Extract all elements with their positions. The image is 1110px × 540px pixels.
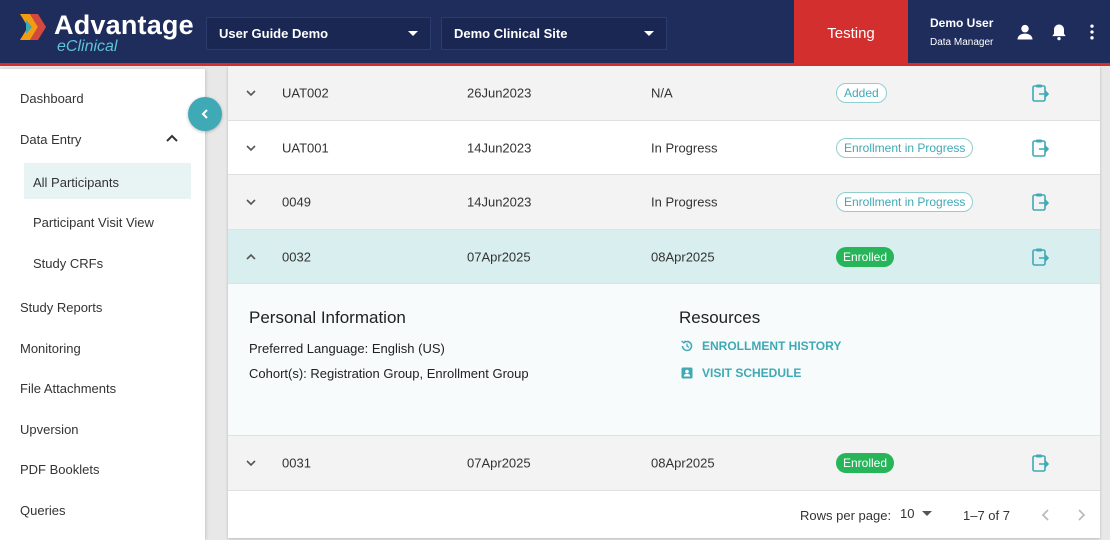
clipboard-arrow-icon[interactable]	[1030, 453, 1050, 473]
chevron-down-icon[interactable]	[245, 196, 257, 208]
clipboard-arrow-icon[interactable]	[1030, 138, 1050, 158]
logo[interactable]: Advantage eClinical	[20, 10, 200, 58]
participants-table: UAT002 26Jun2023 N/A Added UAT001 14Jun2…	[228, 66, 1100, 538]
sidebar-collapse-button[interactable]	[188, 97, 222, 131]
clipboard-arrow-icon[interactable]	[1030, 247, 1050, 267]
status-badge: Enrolled	[836, 246, 895, 267]
account-icon[interactable]	[1015, 22, 1035, 42]
status-badge: Enrolled	[836, 453, 895, 473]
pagination-range: 1–7 of 7	[963, 508, 1010, 523]
clipboard-arrow-icon[interactable]	[1030, 83, 1050, 103]
sidebar-item-participant-visit-view[interactable]: Participant Visit View	[33, 215, 154, 230]
enrollment-date: 08Apr2025	[651, 249, 715, 264]
enrollment-status: N/A	[651, 85, 673, 101]
chevron-down-icon[interactable]	[245, 142, 257, 154]
cohorts: Cohort(s): Registration Group, Enrollmen…	[249, 366, 529, 381]
table-row[interactable]: UAT001 14Jun2023 In Progress Enrollment …	[228, 121, 1100, 175]
contact-card-icon	[681, 367, 693, 379]
table-pagination: Rows per page: 10 1–7 of 7	[228, 492, 1100, 538]
table-row-selected[interactable]: 0032 07Apr2025 08Apr2025 Enrolled	[228, 230, 1100, 284]
user-role: Data Manager	[930, 37, 994, 48]
history-icon	[681, 340, 693, 352]
sidebar: Dashboard Data Entry All Participants Pa…	[0, 69, 205, 540]
resources-title: Resources	[679, 308, 761, 327]
chevron-left-icon[interactable]	[1040, 508, 1052, 522]
site-select-value: Demo Clinical Site	[454, 26, 568, 41]
visit-schedule-link[interactable]: VISIT SCHEDULE	[680, 366, 801, 380]
participant-id[interactable]: 0031	[282, 456, 311, 471]
participant-id[interactable]: 0049	[282, 195, 311, 210]
participant-id[interactable]: UAT002	[282, 86, 329, 101]
sidebar-item-data-entry[interactable]: Data Entry	[20, 132, 81, 147]
participant-detail-panel: Personal Information Preferred Language:…	[228, 284, 1100, 436]
sidebar-item-study-crfs[interactable]: Study CRFs	[33, 256, 103, 271]
brand-name: Advantage	[54, 10, 194, 40]
rows-per-page-label: Rows per page:	[800, 508, 892, 523]
sidebar-item-pdf-booklets[interactable]: PDF Booklets	[20, 462, 99, 477]
created-date: 14Jun2023	[467, 140, 532, 155]
chevron-up-icon[interactable]	[245, 251, 257, 263]
brand-sub: eClinical	[57, 38, 118, 55]
enrollment-history-link[interactable]: ENROLLMENT HISTORY	[680, 339, 841, 353]
status-badge: Added	[836, 83, 887, 103]
caret-down-icon	[922, 511, 933, 516]
study-select[interactable]: User Guide Demo	[206, 17, 431, 50]
participant-id[interactable]: UAT001	[282, 140, 329, 155]
bell-icon[interactable]	[1049, 22, 1069, 42]
created-date: 07Apr2025	[467, 249, 531, 264]
sidebar-item-dashboard[interactable]: Dashboard	[20, 91, 84, 106]
sidebar-item-queries[interactable]: Queries	[20, 503, 66, 518]
sidebar-item-monitoring[interactable]: Monitoring	[20, 341, 81, 356]
created-date: 26Jun2023	[467, 85, 532, 101]
sidebar-item-all-participants[interactable]: All Participants	[33, 175, 119, 190]
visit-schedule-label: VISIT SCHEDULE	[702, 366, 802, 380]
more-vert-icon[interactable]	[1082, 22, 1102, 42]
created-date: 14Jun2023	[467, 194, 532, 210]
status-badge: Enrollment in Progress	[836, 137, 974, 158]
enrollment-status: In Progress	[651, 140, 718, 155]
table-row[interactable]: 0031 07Apr2025 08Apr2025 Enrolled	[228, 436, 1100, 491]
chevron-down-icon[interactable]	[245, 87, 257, 99]
created-date: 07Apr2025	[467, 455, 531, 471]
chevron-right-icon[interactable]	[1075, 508, 1087, 522]
environment-badge: Testing	[794, 0, 908, 66]
chevron-up-icon[interactable]	[165, 133, 179, 143]
enrollment-history-label: ENROLLMENT HISTORY	[702, 339, 842, 353]
sidebar-item-upversion[interactable]: Upversion	[20, 422, 79, 437]
rows-per-page-select[interactable]: 10	[900, 506, 933, 521]
table-row[interactable]: 0049 14Jun2023 In Progress Enrollment in…	[228, 175, 1100, 230]
study-select-value: User Guide Demo	[219, 26, 329, 41]
enrollment-date: 08Apr2025	[651, 455, 715, 471]
logo-chevron-icon	[20, 14, 46, 40]
personal-info-title: Personal Information	[249, 308, 406, 327]
participant-id[interactable]: 0032	[282, 249, 311, 264]
chevron-down-icon[interactable]	[245, 457, 257, 469]
sidebar-item-file-attachments[interactable]: File Attachments	[20, 381, 116, 396]
chevron-left-icon	[201, 109, 208, 119]
caret-down-icon	[408, 31, 418, 36]
table-row[interactable]: UAT002 26Jun2023 N/A Added	[228, 66, 1100, 121]
sidebar-item-study-reports[interactable]: Study Reports	[20, 300, 102, 315]
rows-per-page-value: 10	[900, 506, 915, 521]
clipboard-arrow-icon[interactable]	[1030, 192, 1050, 212]
preferred-language: Preferred Language: English (US)	[249, 341, 445, 356]
status-badge: Enrollment in Progress	[836, 192, 974, 212]
app-header: Advantage eClinical User Guide Demo Demo…	[0, 0, 1110, 66]
user-info: Demo User Data Manager	[930, 16, 993, 48]
enrollment-status: In Progress	[651, 194, 718, 210]
site-select[interactable]: Demo Clinical Site	[441, 17, 667, 50]
caret-down-icon	[644, 31, 654, 36]
user-name: Demo User	[930, 16, 994, 30]
